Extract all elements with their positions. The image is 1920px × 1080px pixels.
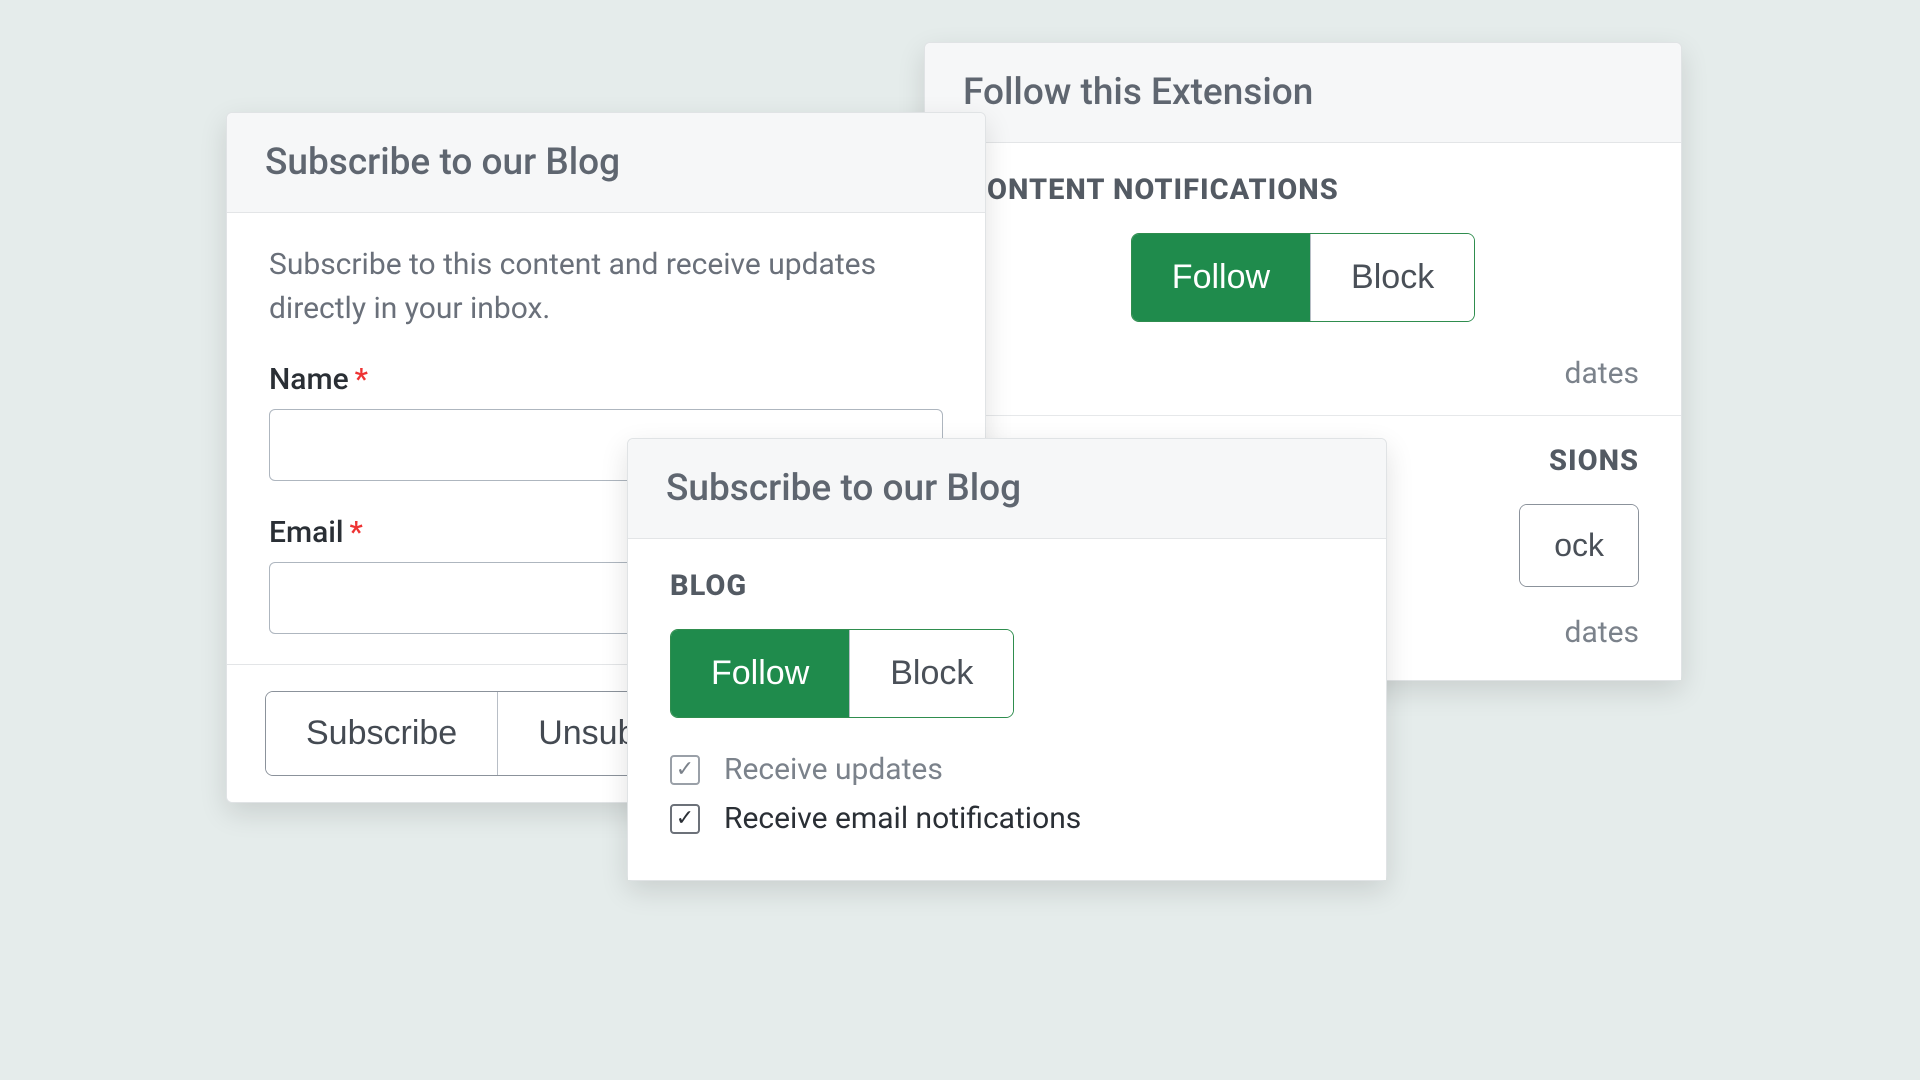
required-mark: *	[355, 362, 368, 397]
blog-follow-toggle: Follow Block	[670, 629, 1014, 718]
follow-button[interactable]: Follow	[671, 630, 849, 717]
extensions-toggle-fragment: ock	[1519, 504, 1639, 587]
receive-email-row[interactable]: ✓ Receive email notifications	[670, 801, 1344, 836]
subscribe-blog-title: Subscribe to our Blog	[628, 439, 1386, 539]
content-notifications-heading: CONTENT NOTIFICATIONS	[967, 173, 1639, 207]
checkbox-checked-icon: ✓	[670, 755, 700, 785]
receive-updates-label: Receive updates	[724, 752, 943, 787]
block-button[interactable]: Block	[1310, 234, 1474, 321]
checkbox-checked-icon: ✓	[670, 804, 700, 834]
subscribe-description: Subscribe to this content and receive up…	[269, 243, 943, 330]
subscribe-button[interactable]: Subscribe	[266, 692, 497, 775]
required-mark: *	[350, 515, 363, 550]
subscribe-blog-card: Subscribe to our Blog BLOG Follow Block …	[627, 438, 1387, 881]
blog-heading: BLOG	[670, 569, 1344, 603]
receive-updates-fragment: dates	[967, 356, 1639, 391]
block-button-fragment[interactable]: ock	[1520, 505, 1638, 586]
block-button[interactable]: Block	[849, 630, 1013, 717]
content-notifications-toggle: Follow Block	[1131, 233, 1475, 322]
follow-button[interactable]: Follow	[1132, 234, 1310, 321]
receive-email-label: Receive email notifications	[724, 801, 1081, 836]
subscribe-blog-body: BLOG Follow Block ✓ Receive updates ✓ Re…	[628, 539, 1386, 880]
section-divider	[925, 415, 1681, 416]
subscribe-form-title: Subscribe to our Blog	[227, 113, 985, 213]
receive-updates-row[interactable]: ✓ Receive updates	[670, 752, 1344, 787]
follow-extension-title: Follow this Extension	[925, 43, 1681, 143]
name-label: Name*	[269, 362, 943, 397]
